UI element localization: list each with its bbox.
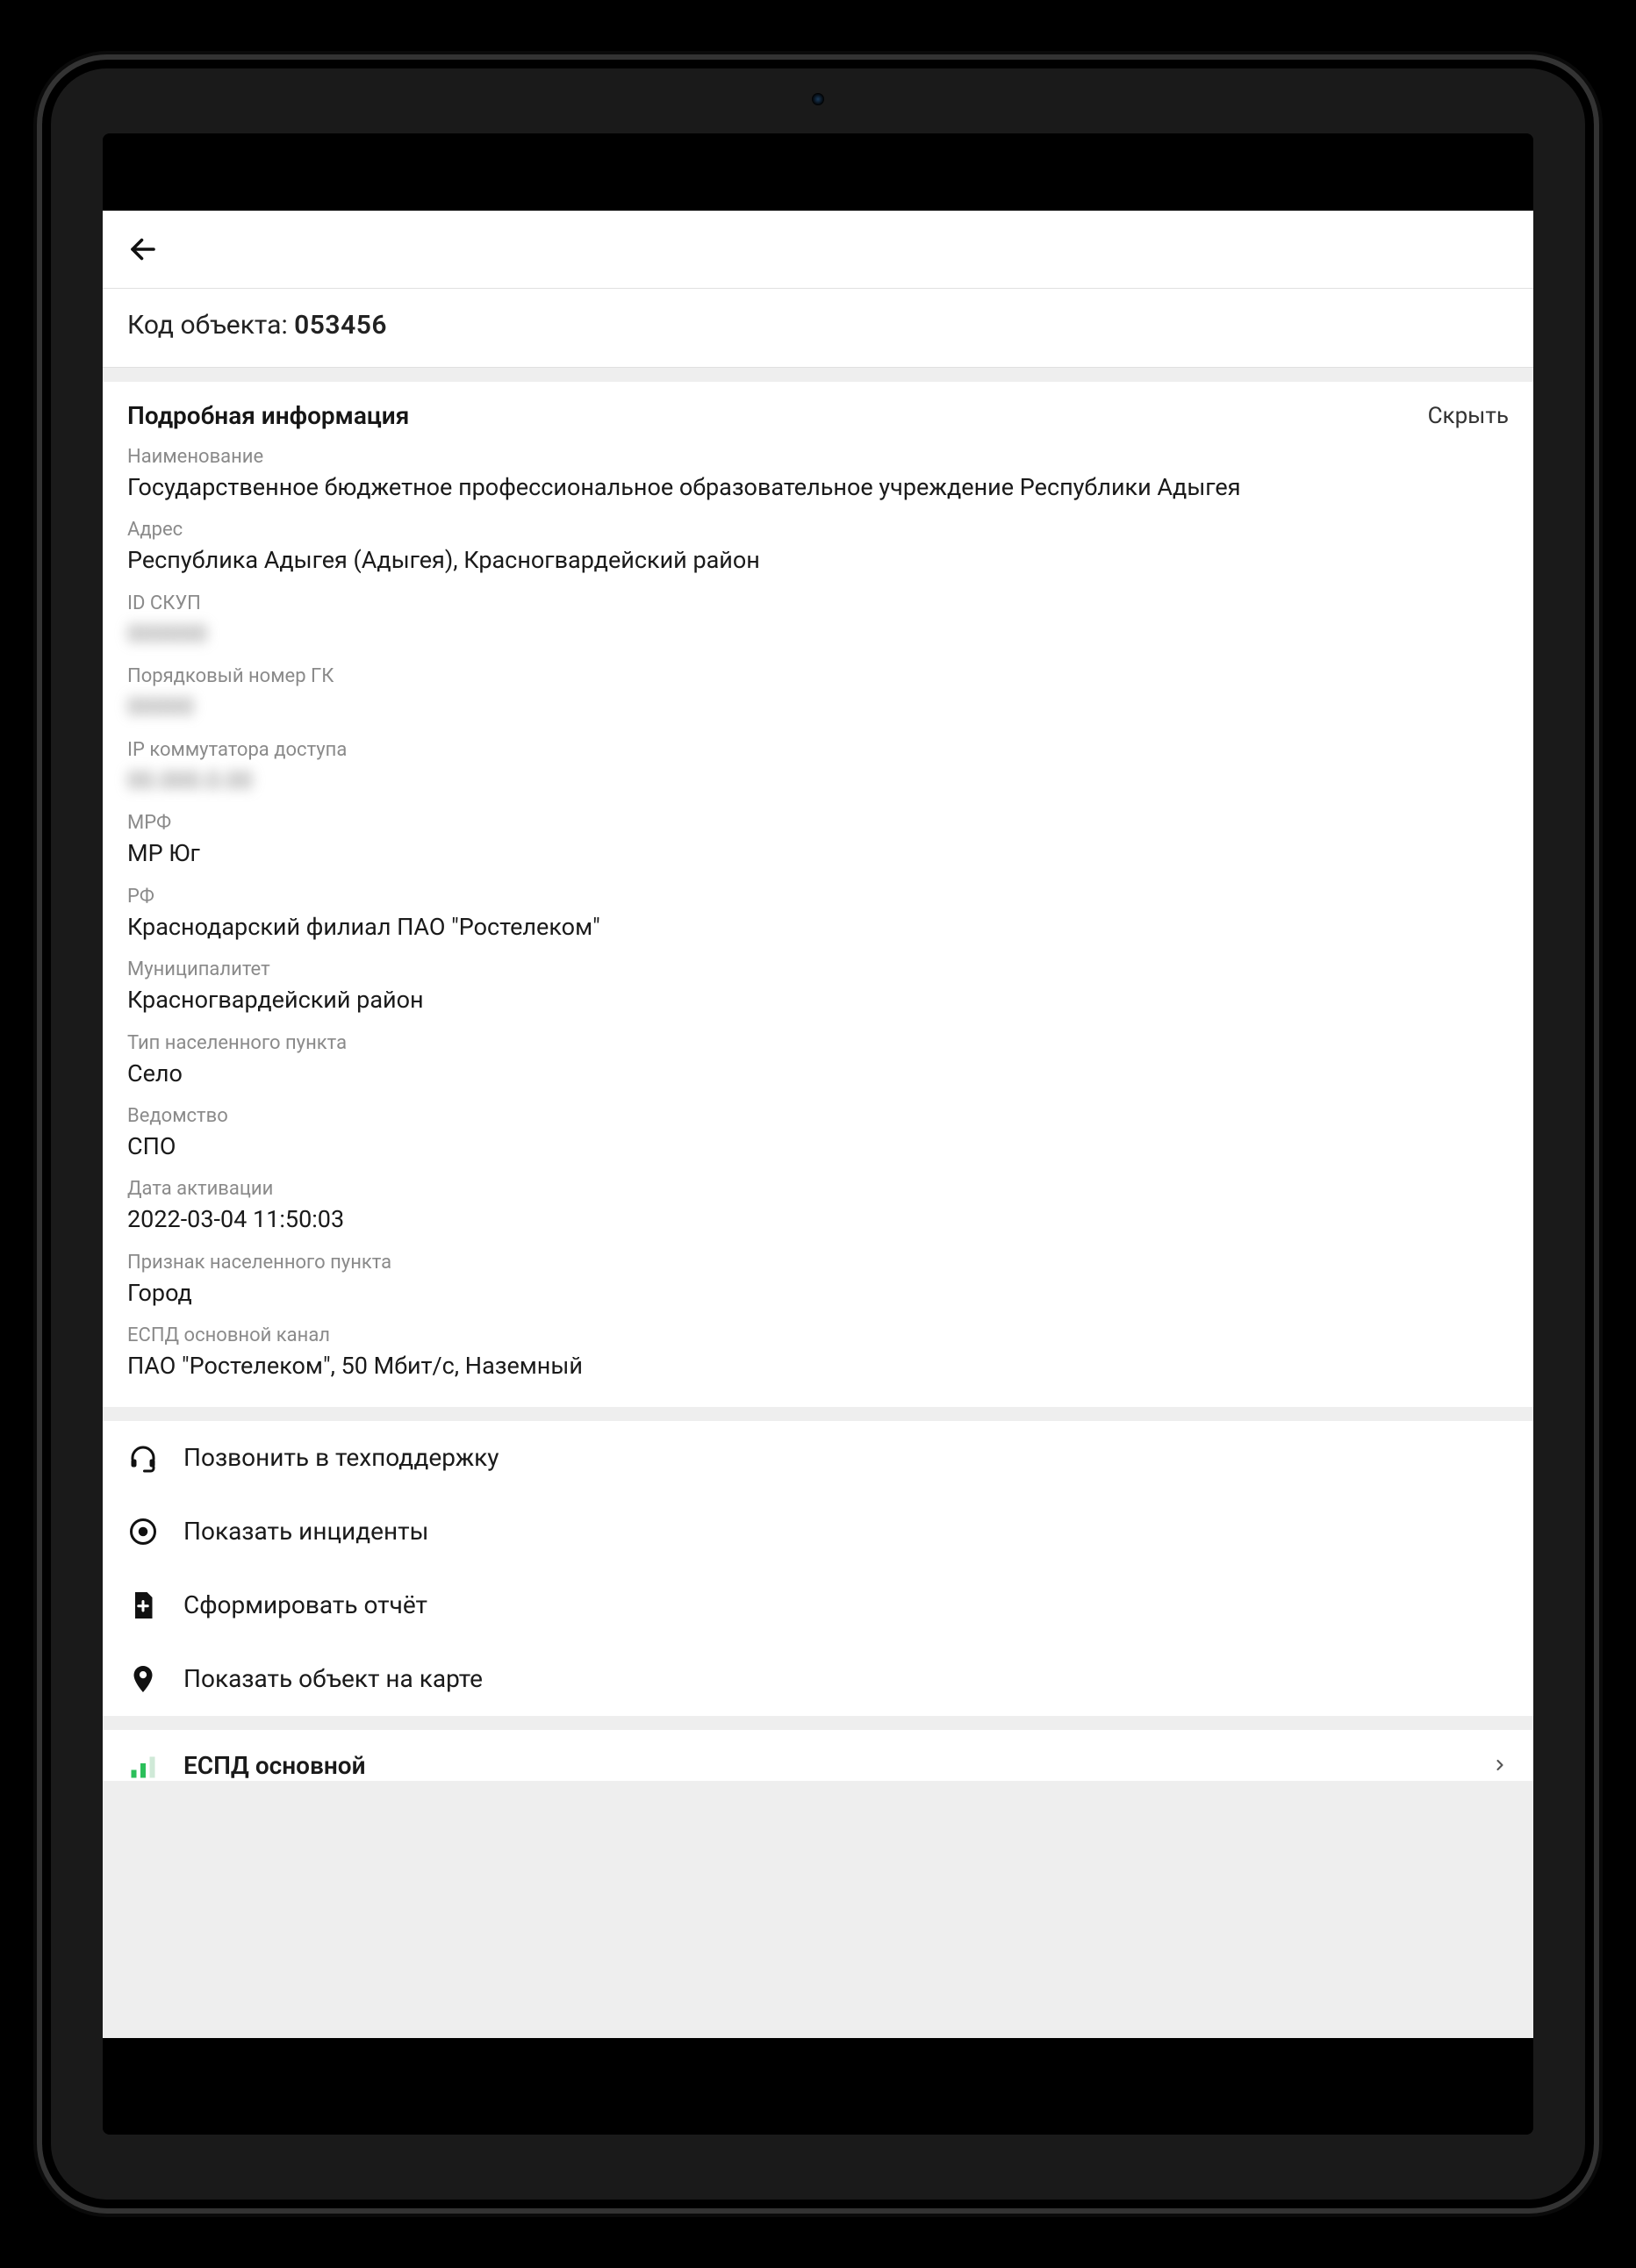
chevron-right-icon bbox=[1491, 1750, 1509, 1781]
object-code-label: Код объекта: bbox=[127, 310, 294, 341]
field-label: ЕСПД основной канал bbox=[127, 1324, 1509, 1346]
field-label: ID СКУП bbox=[127, 592, 1509, 614]
field-value-redacted: 00.000.0.00 bbox=[127, 764, 1509, 796]
field-agency: Ведомство СПО bbox=[127, 1105, 1509, 1162]
details-header: Подробная информация Скрыть bbox=[127, 401, 1509, 430]
hide-button[interactable]: Скрыть bbox=[1428, 403, 1509, 429]
action-label: Позвонить в техподдержку bbox=[183, 1443, 499, 1472]
field-gk-num: Порядковый номер ГК 00000 bbox=[127, 665, 1509, 722]
divider bbox=[103, 368, 1533, 382]
field-value: Государственное бюджетное профессиональн… bbox=[127, 471, 1509, 503]
camera-icon bbox=[812, 93, 824, 105]
field-label: Ведомство bbox=[127, 1105, 1509, 1127]
action-generate-report[interactable]: Сформировать отчёт bbox=[103, 1568, 1533, 1642]
field-value: ПАО "Ростелеком", 50 Мбит/с, Наземный bbox=[127, 1350, 1509, 1382]
field-value: 2022-03-04 11:50:03 bbox=[127, 1203, 1509, 1235]
field-value: Краснодарский филиал ПАО "Ростелеком" bbox=[127, 911, 1509, 943]
field-label: Тип населенного пункта bbox=[127, 1032, 1509, 1054]
app-content: Код объекта: 053456 Подробная информация… bbox=[103, 211, 1533, 2038]
action-label: Показать инциденты bbox=[183, 1517, 428, 1546]
espd-main-label: ЕСПД основной bbox=[183, 1751, 366, 1780]
device-bezel: Код объекта: 053456 Подробная информация… bbox=[37, 54, 1599, 2214]
field-value: Красногвардейский район bbox=[127, 984, 1509, 1016]
divider bbox=[103, 1716, 1533, 1730]
field-mrf: МРФ МР Юг bbox=[127, 812, 1509, 869]
field-label: РФ bbox=[127, 886, 1509, 908]
details-title: Подробная информация bbox=[127, 401, 409, 430]
field-address: Адрес Республика Адыгея (Адыгея), Красно… bbox=[127, 519, 1509, 576]
field-label: Муниципалитет bbox=[127, 958, 1509, 980]
pin-icon bbox=[127, 1663, 159, 1695]
device-frame: Код объекта: 053456 Подробная информация… bbox=[0, 0, 1636, 2268]
target-icon bbox=[127, 1516, 159, 1547]
system-nav-bar bbox=[103, 2038, 1533, 2135]
field-settle-type: Тип населенного пункта Село bbox=[127, 1032, 1509, 1089]
field-ip: IP коммутатора доступа 00.000.0.00 bbox=[127, 739, 1509, 796]
screen: Код объекта: 053456 Подробная информация… bbox=[103, 133, 1533, 2135]
action-call-support[interactable]: Позвонить в техподдержку bbox=[103, 1421, 1533, 1495]
field-muni: Муниципалитет Красногвардейский район bbox=[127, 958, 1509, 1016]
field-label: Адрес bbox=[127, 519, 1509, 541]
divider bbox=[103, 1407, 1533, 1421]
field-activation: Дата активации 2022-03-04 11:50:03 bbox=[127, 1178, 1509, 1235]
topbar bbox=[103, 211, 1533, 289]
headset-icon bbox=[127, 1442, 159, 1474]
details-card: Подробная информация Скрыть Наименование… bbox=[103, 382, 1533, 1407]
file-plus-icon bbox=[127, 1590, 159, 1621]
action-show-on-map[interactable]: Показать объект на карте bbox=[103, 1642, 1533, 1716]
status-bar bbox=[103, 133, 1533, 211]
field-value: Село bbox=[127, 1058, 1509, 1089]
back-button[interactable] bbox=[124, 230, 162, 269]
signal-icon bbox=[127, 1750, 159, 1781]
action-label: Показать объект на карте bbox=[183, 1664, 483, 1693]
field-label: Признак населенного пункта bbox=[127, 1252, 1509, 1274]
action-show-incidents[interactable]: Показать инциденты bbox=[103, 1495, 1533, 1568]
field-label: Порядковый номер ГК bbox=[127, 665, 1509, 687]
field-label: Наименование bbox=[127, 446, 1509, 468]
field-label: IP коммутатора доступа bbox=[127, 739, 1509, 761]
field-value-redacted: 000000 bbox=[127, 618, 1509, 650]
field-value: Республика Адыгея (Адыгея), Красногварде… bbox=[127, 544, 1509, 576]
field-rf: РФ Краснодарский филиал ПАО "Ростелеком" bbox=[127, 886, 1509, 943]
arrow-left-icon bbox=[127, 233, 159, 265]
object-code-value: 053456 bbox=[294, 310, 387, 341]
object-code-row: Код объекта: 053456 bbox=[103, 289, 1533, 368]
field-value: Город bbox=[127, 1277, 1509, 1309]
field-label: Дата активации bbox=[127, 1178, 1509, 1200]
action-label: Сформировать отчёт bbox=[183, 1590, 427, 1619]
espd-main-row[interactable]: ЕСПД основной bbox=[103, 1730, 1533, 1781]
field-id-skup: ID СКУП 000000 bbox=[127, 592, 1509, 650]
field-label: МРФ bbox=[127, 812, 1509, 834]
field-value: МР Юг bbox=[127, 837, 1509, 869]
field-name: Наименование Государственное бюджетное п… bbox=[127, 446, 1509, 503]
field-espd: ЕСПД основной канал ПАО "Ростелеком", 50… bbox=[127, 1324, 1509, 1382]
field-settle-flag: Признак населенного пункта Город bbox=[127, 1252, 1509, 1309]
actions-list: Позвонить в техподдержку Показать инциде… bbox=[103, 1421, 1533, 1716]
field-value: СПО bbox=[127, 1130, 1509, 1162]
field-value-redacted: 00000 bbox=[127, 691, 1509, 722]
